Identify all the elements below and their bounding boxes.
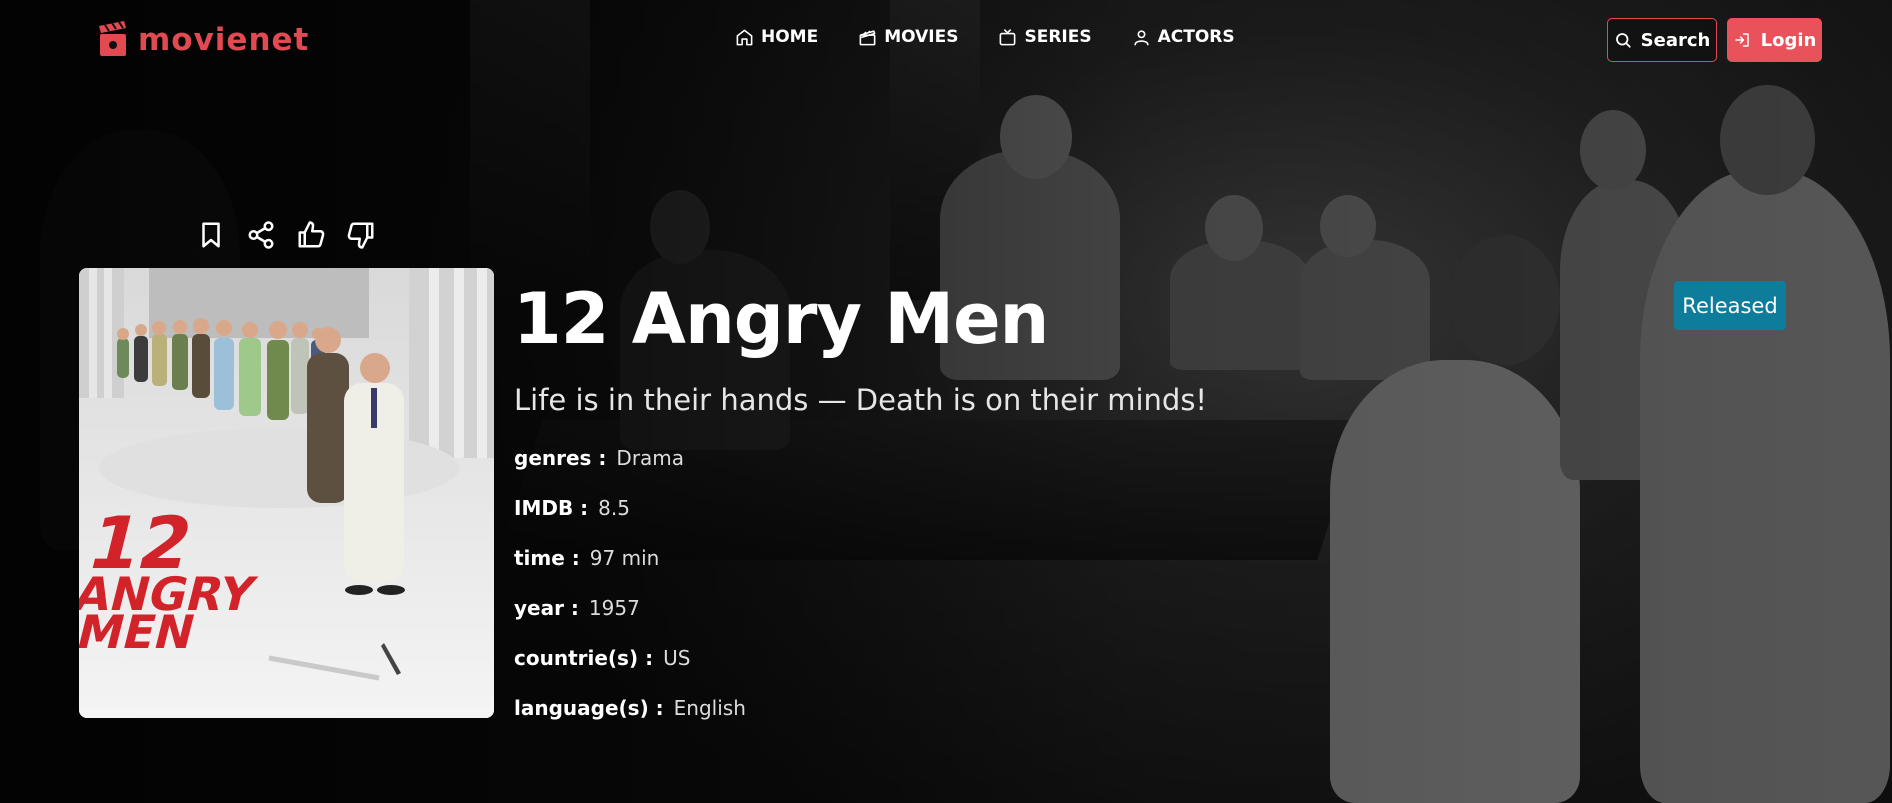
search-button[interactable]: Search [1607, 18, 1717, 62]
nav-series-label: SERIES [1024, 27, 1092, 47]
detail-label: IMDB : [514, 496, 589, 520]
poster-title-line3: MEN [79, 607, 200, 660]
detail-year: year : 1957 [514, 596, 746, 646]
main-nav: HOME MOVIES SERIES ACTORS [735, 27, 1235, 47]
nav-home-label: HOME [761, 27, 819, 47]
detail-countries: countrie(s) : US [514, 646, 746, 696]
user-icon [1134, 29, 1149, 45]
thumbs-up-icon [298, 221, 325, 248]
search-button-label: Search [1640, 29, 1711, 51]
movie-title: 12 Angry Men [513, 278, 1049, 360]
detail-value: 8.5 [598, 496, 630, 520]
login-button-label: Login [1760, 29, 1817, 51]
detail-label: language(s) : [514, 696, 664, 720]
movie-poster: 12 ANGRY MEN [79, 268, 494, 718]
detail-value: 1957 [588, 596, 640, 620]
nav-home[interactable]: HOME [735, 27, 818, 47]
nav-actors[interactable]: ACTORS [1132, 27, 1235, 47]
nav-movies[interactable]: MOVIES [858, 27, 958, 47]
login-button[interactable]: Login [1727, 18, 1822, 62]
share-button[interactable] [246, 220, 276, 250]
site-logo-text: movienet [138, 22, 310, 58]
login-icon [1734, 33, 1749, 47]
bookmark-button[interactable] [196, 220, 226, 250]
bookmark-icon [202, 222, 220, 248]
detail-label: year : [514, 596, 579, 620]
detail-label: genres : [514, 446, 607, 470]
movie-tagline: Life is in their hands — Death is on the… [514, 383, 1208, 417]
clapperboard-logo-icon [99, 21, 126, 56]
site-logo[interactable]: movienet [96, 20, 309, 60]
clapperboard-icon [859, 29, 876, 45]
detail-value: Drama [616, 446, 685, 470]
top-header: movienet HOME MOVIES SERIES ACTORS Searc… [0, 0, 1892, 80]
detail-time: time : 97 min [514, 546, 746, 596]
status-badge: Released [1674, 281, 1786, 330]
home-icon [736, 29, 753, 45]
movie-details: genres : Drama IMDB : 8.5 time : 97 min … [514, 446, 746, 746]
detail-value: English [673, 696, 746, 720]
poster-artwork: 12 ANGRY MEN [79, 268, 494, 718]
share-icon [248, 221, 274, 249]
nav-movies-label: MOVIES [884, 27, 959, 47]
detail-imdb: IMDB : 8.5 [514, 496, 746, 546]
nav-series[interactable]: SERIES [998, 27, 1092, 47]
detail-languages: language(s) : English [514, 696, 746, 746]
detail-value: US [663, 646, 691, 670]
thumbs-down-icon [347, 222, 374, 249]
detail-value: 97 min [589, 546, 660, 570]
nav-actors-label: ACTORS [1157, 27, 1235, 47]
dislike-button[interactable] [346, 220, 376, 250]
detail-label: time : [514, 546, 580, 570]
detail-label: countrie(s) : [514, 646, 654, 670]
like-button[interactable] [296, 220, 326, 250]
search-icon [1615, 33, 1631, 48]
movie-actions [196, 220, 376, 250]
tv-icon [1000, 28, 1016, 45]
detail-genres: genres : Drama [514, 446, 746, 496]
